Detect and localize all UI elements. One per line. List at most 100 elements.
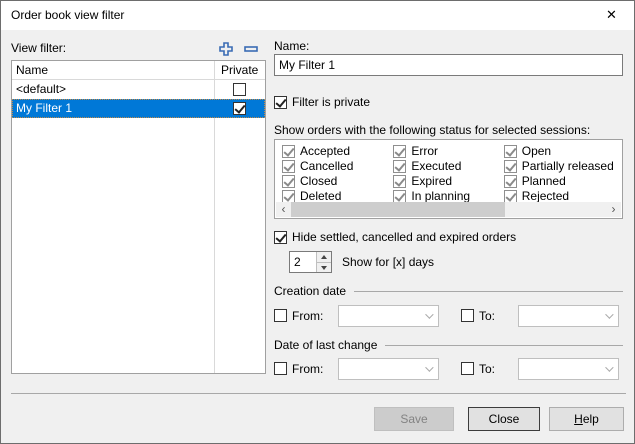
status-label: Open (522, 144, 551, 158)
status-section-label: Show orders with the following status fo… (274, 123, 590, 137)
status-label: Closed (300, 174, 337, 188)
status-item[interactable]: Closed (282, 174, 393, 188)
status-list: Accepted Cancelled Closed Deleted Error … (274, 139, 623, 219)
status-item[interactable]: Rejected (504, 189, 620, 203)
last-change-from-checkbox[interactable] (274, 362, 287, 375)
status-item[interactable]: Expired (393, 174, 503, 188)
hide-orders-checkbox[interactable] (274, 231, 287, 244)
name-label: Name: (274, 39, 309, 53)
last-change-from-dropdown[interactable] (338, 358, 439, 380)
chevron-down-icon (605, 310, 613, 318)
group-divider (354, 291, 623, 292)
status-checkbox[interactable] (393, 175, 406, 188)
status-column-3: Open Partially released Planned Rejected (504, 144, 620, 203)
status-item[interactable]: Open (504, 144, 620, 158)
status-label: Rejected (522, 189, 569, 203)
status-item[interactable]: Executed (393, 159, 503, 173)
title-bar: Order book view filter ✕ (1, 1, 634, 30)
creation-from-checkbox[interactable] (274, 309, 287, 322)
table-row-my-filter-1[interactable]: My Filter 1 (12, 99, 265, 118)
status-checkbox[interactable] (282, 160, 295, 173)
scroll-right-icon[interactable]: › (606, 202, 621, 217)
filter-is-private-checkbox[interactable] (274, 96, 287, 109)
status-label: Planned (522, 174, 566, 188)
status-label: Error (411, 144, 438, 158)
status-item[interactable]: Deleted (282, 189, 393, 203)
spinner-up-icon[interactable] (317, 252, 331, 263)
spinner-down-icon[interactable] (317, 263, 331, 273)
scrollbar-thumb[interactable] (291, 202, 505, 217)
last-change-from-label: From: (292, 362, 323, 376)
help-rest: elp (583, 412, 599, 426)
filter-name-input[interactable]: My Filter 1 (274, 54, 623, 76)
status-item[interactable]: Accepted (282, 144, 393, 158)
days-label: Show for [x] days (342, 255, 434, 269)
creation-to-dropdown[interactable] (518, 305, 619, 327)
view-filter-table: Name Private <default> My Filter 1 (11, 60, 266, 374)
status-checkbox[interactable] (393, 145, 406, 158)
creation-date-group: Creation date (274, 284, 623, 298)
creation-to-checkbox[interactable] (461, 309, 474, 322)
close-button[interactable]: Close (468, 407, 540, 431)
status-checkbox[interactable] (282, 145, 295, 158)
remove-filter-icon[interactable] (242, 40, 260, 58)
status-checkbox[interactable] (282, 175, 295, 188)
private-checkbox[interactable] (233, 102, 246, 115)
order-book-view-filter-dialog: Order book view filter ✕ View filter: Na… (0, 0, 635, 444)
last-change-to-checkbox[interactable] (461, 362, 474, 375)
status-checkbox[interactable] (393, 190, 406, 203)
scrollbar-track[interactable] (291, 202, 606, 217)
chevron-down-icon (425, 310, 433, 318)
status-column-1: Accepted Cancelled Closed Deleted (282, 144, 393, 203)
status-checkbox[interactable] (504, 175, 517, 188)
column-header-private[interactable]: Private (215, 63, 265, 77)
last-change-title: Date of last change (274, 338, 377, 352)
close-icon[interactable]: ✕ (589, 1, 634, 30)
save-button[interactable]: Save (374, 407, 454, 431)
view-filter-label: View filter: (11, 41, 66, 55)
days-value[interactable]: 2 (290, 252, 316, 272)
add-filter-icon[interactable] (217, 40, 235, 58)
help-mnemonic: H (574, 412, 583, 426)
status-checkbox[interactable] (504, 190, 517, 203)
chevron-down-icon (605, 363, 613, 371)
filter-is-private-label: Filter is private (292, 95, 370, 109)
status-checkbox[interactable] (393, 160, 406, 173)
filter-name-cell: My Filter 1 (16, 101, 72, 115)
status-item[interactable]: Planned (504, 174, 620, 188)
last-change-group: Date of last change (274, 338, 623, 352)
status-checkbox[interactable] (504, 145, 517, 158)
table-row-default[interactable]: <default> (12, 80, 265, 99)
status-label: Deleted (300, 189, 341, 203)
status-item[interactable]: Error (393, 144, 503, 158)
status-checkbox[interactable] (504, 160, 517, 173)
group-divider (385, 345, 623, 346)
status-label: Expired (411, 174, 452, 188)
status-item[interactable]: In planning (393, 189, 503, 203)
creation-to-label: To: (479, 309, 495, 323)
days-spinner[interactable]: 2 (289, 251, 332, 273)
last-change-to-label: To: (479, 362, 495, 376)
status-item[interactable]: Partially released (504, 159, 620, 173)
status-label: Partially released (522, 159, 614, 173)
column-header-name[interactable]: Name (16, 63, 48, 77)
horizontal-scrollbar[interactable]: ‹ › (276, 202, 621, 217)
private-checkbox[interactable] (233, 83, 246, 96)
dialog-title: Order book view filter (11, 1, 124, 30)
creation-date-title: Creation date (274, 284, 346, 298)
status-label: Executed (411, 159, 461, 173)
chevron-down-icon (425, 363, 433, 371)
filter-is-private-row[interactable]: Filter is private (274, 95, 370, 109)
last-change-to-dropdown[interactable] (518, 358, 619, 380)
scroll-left-icon[interactable]: ‹ (276, 202, 291, 217)
creation-from-label: From: (292, 309, 323, 323)
status-checkbox[interactable] (282, 190, 295, 203)
help-button[interactable]: Help (549, 407, 624, 431)
creation-from-dropdown[interactable] (338, 305, 439, 327)
status-label: Accepted (300, 144, 350, 158)
filter-name-cell: <default> (16, 82, 66, 96)
hide-orders-label: Hide settled, cancelled and expired orde… (292, 230, 516, 244)
status-item[interactable]: Cancelled (282, 159, 393, 173)
hide-orders-row[interactable]: Hide settled, cancelled and expired orde… (274, 230, 516, 244)
table-header: Name Private (12, 61, 265, 80)
